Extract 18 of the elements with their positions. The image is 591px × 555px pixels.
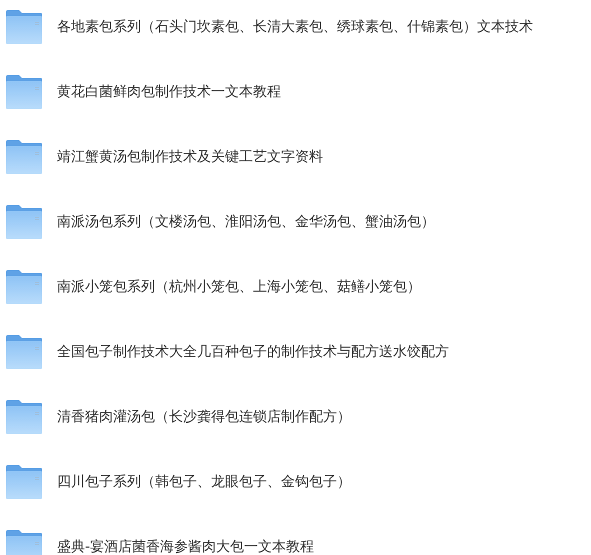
folder-name[interactable]: 各地素包系列（石头门坎素包、长清大素包、绣球素包、什锦素包）文本技术 (57, 16, 533, 38)
folder-name[interactable]: 南派小笼包系列（杭州小笼包、上海小笼包、菇鳝小笼包） (57, 276, 421, 298)
folder-icon (6, 140, 43, 174)
folder-icon (6, 335, 43, 369)
folder-name[interactable]: 南派汤包系列（文楼汤包、淮阳汤包、金华汤包、蟹油汤包） (57, 212, 435, 232)
folder-name[interactable]: 靖江蟹黄汤包制作技术及关键工艺文字资料 (57, 146, 323, 168)
folder-icon (6, 465, 43, 499)
folder-icon (6, 75, 43, 109)
folder-icon (6, 530, 43, 555)
folder-name[interactable]: 全国包子制作技术大全几百种包子的制作技术与配方送水饺配方 (57, 342, 449, 362)
folder-name[interactable]: 盛典-宴酒店菌香海参酱肉大包一文本教程 (57, 536, 314, 555)
folder-icon (6, 270, 43, 304)
folder-name[interactable]: 黄花白菌鲜肉包制作技术一文本教程 (57, 82, 281, 102)
folder-name[interactable]: 清香猪肉灌汤包（长沙龚得包连锁店制作配方） (57, 406, 351, 428)
folder-icon (6, 205, 43, 239)
folder-icon (6, 10, 43, 44)
folder-name[interactable]: 四川包子系列（韩包子、龙眼包子、金钩包子） (57, 472, 351, 492)
folder-icon (6, 400, 43, 434)
